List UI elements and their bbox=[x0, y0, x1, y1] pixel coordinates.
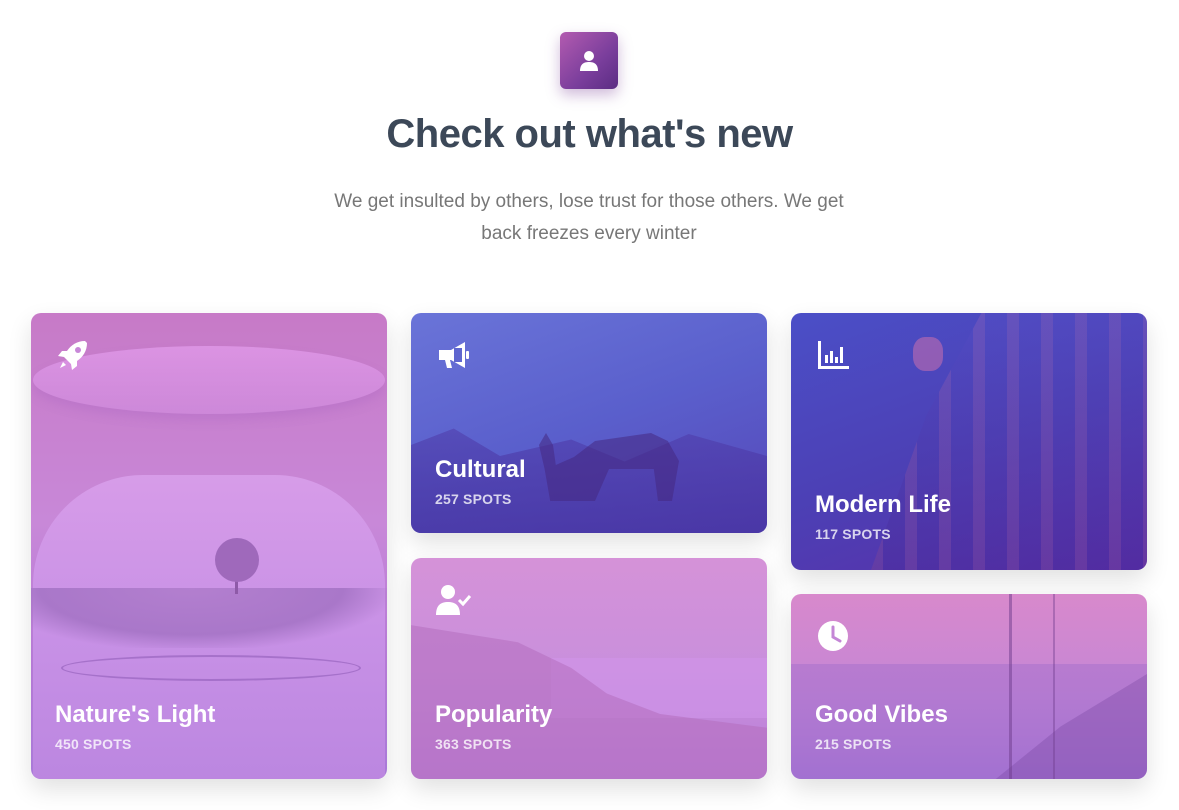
bar-chart-icon bbox=[818, 341, 849, 369]
page-subtitle: We get insulted by others, lose trust fo… bbox=[334, 191, 844, 244]
card-modern-life[interactable]: Modern Life 117 SPOTS bbox=[791, 313, 1147, 570]
page-title: Check out what's new bbox=[386, 112, 793, 156]
sailboat-image bbox=[1009, 594, 1012, 779]
card-count: 117 SPOTS bbox=[815, 526, 891, 542]
user-icon bbox=[580, 50, 598, 71]
card-title: Modern Life bbox=[815, 491, 951, 518]
megaphone-icon bbox=[439, 342, 469, 368]
card-title: Cultural bbox=[435, 456, 526, 483]
card-title: Popularity bbox=[435, 701, 553, 728]
card-cultural[interactable]: Cultural 257 SPOTS bbox=[411, 313, 767, 533]
clock-icon bbox=[818, 621, 848, 651]
card-count: 257 SPOTS bbox=[435, 491, 512, 507]
card-count: 215 SPOTS bbox=[815, 736, 892, 752]
rocket-icon bbox=[58, 341, 87, 370]
tree-image bbox=[215, 538, 259, 582]
header-user-badge bbox=[560, 32, 618, 89]
card-natures-light[interactable]: Nature's Light 450 SPOTS bbox=[31, 313, 387, 779]
user-check-icon bbox=[436, 585, 471, 615]
card-title: Good Vibes bbox=[815, 701, 948, 728]
card-count: 363 SPOTS bbox=[435, 736, 512, 752]
card-count: 450 SPOTS bbox=[55, 736, 132, 752]
card-title: Nature's Light bbox=[55, 701, 216, 728]
card-popularity[interactable]: Popularity 363 SPOTS bbox=[411, 558, 767, 779]
card-good-vibes[interactable]: Good Vibes 215 SPOTS bbox=[791, 594, 1147, 779]
